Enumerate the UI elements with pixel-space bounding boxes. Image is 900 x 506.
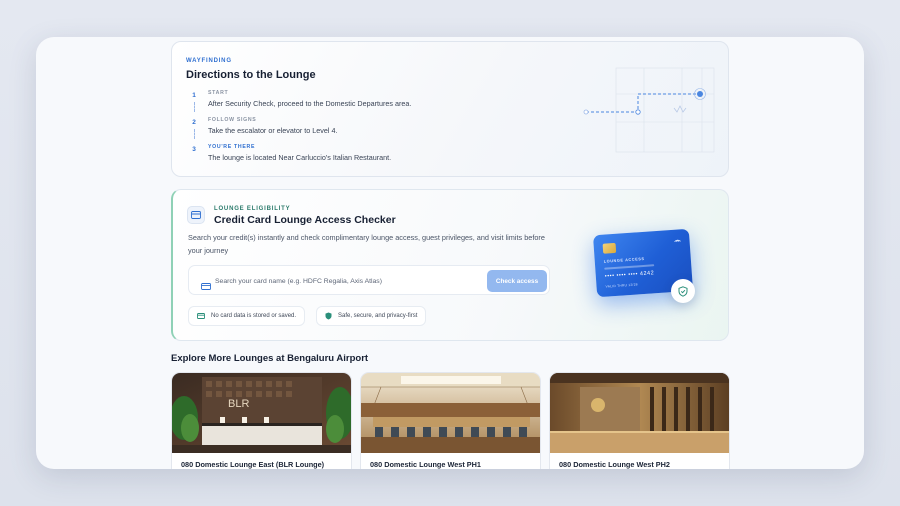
- step-text: After Security Check, proceed to the Dom…: [208, 99, 412, 108]
- card-icon: [201, 277, 211, 295]
- lounge-photo: BLR: [172, 373, 351, 453]
- step-2: 2 FOLLOW SIGNS Take the escalator or ele…: [186, 116, 546, 142]
- lounge-checker-card: LOUNGE ELIGIBILITY Credit Card Lounge Ac…: [171, 189, 729, 341]
- step-label: START: [208, 90, 229, 96]
- step-text: Take the escalator or elevator to Level …: [208, 126, 338, 135]
- lounge-card-west-ph2[interactable]: 080 Domestic Lounge West PH2: [549, 372, 730, 469]
- verified-shield-icon: [671, 279, 695, 303]
- checker-eyebrow: LOUNGE ELIGIBILITY: [214, 206, 291, 212]
- card-chip: [602, 242, 617, 254]
- lounge-name: 080 Domestic Lounge East (BLR Lounge): [181, 460, 325, 469]
- lounge-card-east[interactable]: BLR 080 Domestic Lounge East (BLR Lounge…: [171, 372, 352, 469]
- step-connector: [193, 102, 195, 112]
- step-text: The lounge is located Near Carluccio's I…: [208, 153, 392, 162]
- directions-eyebrow: WAYFINDING: [186, 58, 232, 64]
- checker-title: Credit Card Lounge Access Checker: [214, 214, 396, 226]
- lounge-photo: [361, 373, 540, 453]
- chip-label: Safe, secure, and privacy-first: [338, 313, 418, 319]
- lounge-photo: [550, 373, 729, 453]
- lounge-card-west-ph1[interactable]: 080 Domestic Lounge West PH1: [360, 372, 541, 469]
- card-search-box: Check access: [188, 265, 550, 295]
- page-frame: WAYFINDING Directions to the Lounge 1 ST…: [36, 37, 864, 469]
- security-chip: Safe, secure, and privacy-first: [316, 306, 427, 326]
- lounge-name: 080 Domestic Lounge West PH2: [559, 460, 670, 469]
- card-icon: [197, 313, 205, 319]
- credit-card-icon: [187, 206, 205, 224]
- step-1: 1 START After Security Check, proceed to…: [186, 89, 546, 115]
- explore-title: Explore More Lounges at Bengaluru Airpor…: [171, 353, 369, 364]
- step-label: FOLLOW SIGNS: [208, 117, 257, 123]
- checker-description: Search your credit(s) instantly and chec…: [188, 233, 545, 255]
- lounge-sign: BLR: [228, 398, 249, 410]
- route-map-illustration: [583, 67, 715, 153]
- step-number: 3: [192, 146, 196, 153]
- contactless-icon: [674, 239, 681, 243]
- lounge-name: 080 Domestic Lounge West PH1: [370, 460, 481, 469]
- chip-label: No card data is stored or saved.: [211, 313, 297, 319]
- step-number: 1: [192, 92, 196, 99]
- directions-card: WAYFINDING Directions to the Lounge 1 ST…: [171, 41, 729, 177]
- card-search-input[interactable]: [215, 272, 475, 290]
- card-brand: LOUNGE ACCESS: [603, 256, 645, 264]
- step-label: YOU'RE THERE: [208, 144, 256, 150]
- step-connector: [193, 129, 195, 139]
- card-stripe: [604, 264, 655, 270]
- privacy-chip: No card data is stored or saved.: [188, 306, 306, 326]
- check-access-button[interactable]: Check access: [487, 270, 547, 292]
- card-number: •••• •••• •••• 4242: [604, 270, 655, 280]
- directions-title: Directions to the Lounge: [186, 69, 316, 81]
- step-number: 2: [192, 119, 196, 126]
- step-3: 3 YOU'RE THERE The lounge is located Nea…: [186, 143, 546, 169]
- card-valid-thru: VALID THRU 12/28: [605, 282, 638, 289]
- shield-icon: [325, 312, 332, 320]
